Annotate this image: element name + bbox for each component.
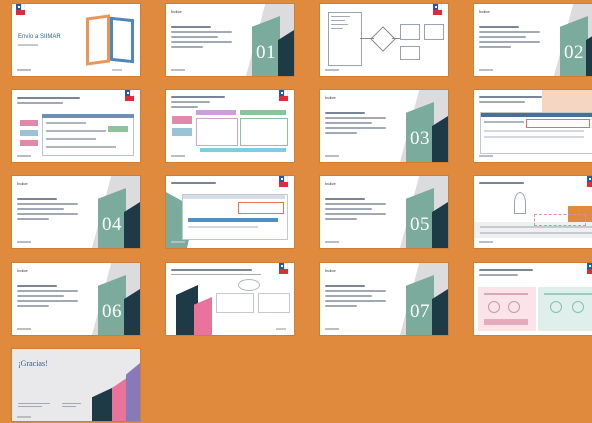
orange-frame-shape [86,14,110,66]
slide-thumbnail-16[interactable] [474,263,592,335]
slide-thumbnail-15[interactable]: Índice 07 [320,263,448,335]
chile-flag-icon [279,263,288,274]
section-number: 03 [410,128,430,149]
flowchart-box [400,24,420,40]
table-block [240,118,288,146]
slide-thumbnail-4[interactable]: Índice 02 [474,4,592,76]
chile-flag-icon [587,176,592,187]
slide-thumbnail-9[interactable]: Índice 04 [12,176,140,248]
slide-thumbnail-5[interactable] [12,90,140,162]
slide-thumbnail-14[interactable] [166,263,294,335]
slide-thumbnail-1[interactable]: Envío a SIIMAR [12,4,140,76]
chile-flag-icon [433,4,442,15]
section-number: 01 [256,42,276,63]
section-number: 07 [410,301,430,322]
table-block [42,114,134,156]
flowchart-box [400,46,420,60]
index-label: Índice [17,181,28,186]
chile-flag-icon [279,90,288,101]
index-label: Índice [325,268,336,273]
table-block [196,118,238,146]
slide-thumbnail-7[interactable]: Índice 03 [320,90,448,162]
slide-thumbnail-8[interactable] [474,90,592,162]
slide-thumbnail-12[interactable] [474,176,592,248]
cover-title: Envío a SIIMAR [18,34,61,40]
blue-frame-shape [110,16,134,64]
slide-thumbnail-17[interactable]: ¡Gracias! [12,349,140,421]
chile-flag-icon [279,176,288,187]
diagram-box [258,293,290,313]
index-label: Índice [17,268,28,273]
slide-thumbnail-11[interactable]: Índice 05 [320,176,448,248]
index-label: Índice [479,9,490,14]
screenshot-frame [182,194,288,240]
section-number: 06 [102,301,122,322]
section-number: 05 [410,214,430,235]
flowchart-box [424,24,444,40]
chile-flag-icon [587,263,592,274]
index-label: Índice [325,95,336,100]
slide-thumbnail-3[interactable] [320,4,448,76]
slide-thumbnail-10[interactable] [166,176,294,248]
section-number: 02 [564,42,584,63]
index-label: Índice [171,9,182,14]
slide-thumbnail-13[interactable]: Índice 06 [12,263,140,335]
chile-flag-icon [16,4,25,15]
index-label: Índice [325,181,336,186]
closing-title: ¡Gracias! [18,359,48,368]
diagram-box [216,293,254,313]
slide-thumbnail-2[interactable]: Índice 01 [166,4,294,76]
section-number: 04 [102,214,122,235]
chile-flag-icon [125,90,134,101]
slide-thumbnail-6[interactable] [166,90,294,162]
flowchart-decision [370,26,396,52]
